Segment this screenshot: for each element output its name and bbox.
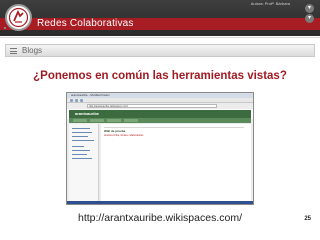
browser-screenshot: arantxauribe - Mozilla Firefox http://ar…: [66, 92, 254, 205]
taskbar: [67, 201, 253, 204]
forward-icon: [75, 99, 78, 102]
site-sidebar: [69, 124, 99, 204]
sidebar-link: [72, 158, 92, 159]
footer-url[interactable]: http://arantxauribe.wikispaces.com/: [0, 212, 320, 225]
site-name-bar: arantxauribe: [69, 110, 251, 118]
header-divider: [0, 37, 320, 38]
site-tabs: [69, 118, 251, 123]
menu-lines-icon: [10, 48, 17, 54]
banner-title: Redes Colaborativas: [37, 18, 134, 29]
site-tab: [107, 119, 121, 122]
sidebar-link: [72, 132, 92, 133]
sidebar-link: [72, 154, 87, 155]
banner-credit: Autora: Profª. Bárbara: [250, 1, 290, 6]
site-tab: [90, 119, 104, 122]
sidebar-link: [72, 146, 84, 147]
site-tab: [124, 119, 138, 122]
browser-toolbar: [67, 98, 253, 103]
content-heading: Wiki de prueba: [104, 129, 126, 133]
site-name: arantxauribe: [75, 111, 100, 116]
browser-address-bar: http://arantxauribe.wikispaces.com/: [87, 104, 217, 108]
site-tab: [73, 119, 87, 122]
university-logo-icon: [5, 4, 32, 31]
content-divider: [104, 127, 244, 128]
sidebar-link: [72, 140, 94, 141]
sidebar-link: [72, 150, 90, 151]
section-label: Blogs: [22, 46, 43, 55]
banner-up-icon[interactable]: ▾: [305, 4, 314, 13]
banner-dot: [4, 27, 6, 29]
back-icon: [70, 99, 73, 102]
sidebar-link: [72, 136, 88, 137]
page-number: 25: [304, 216, 311, 222]
sidebar-link: [72, 128, 90, 129]
slide-question: ¿Ponemos en común las herramientas vista…: [33, 70, 287, 82]
banner-down-icon[interactable]: ▾: [305, 14, 314, 23]
header-banner: Redes Colaborativas Autora: Profª. Bárba…: [0, 0, 320, 36]
content-link: Arantxa Uribe, Redes colaborativas: [104, 134, 144, 137]
reload-icon: [80, 99, 83, 102]
site-content: Wiki de prueba Arantxa Uribe, Redes cola…: [101, 124, 251, 204]
section-bar: Blogs: [5, 44, 315, 57]
